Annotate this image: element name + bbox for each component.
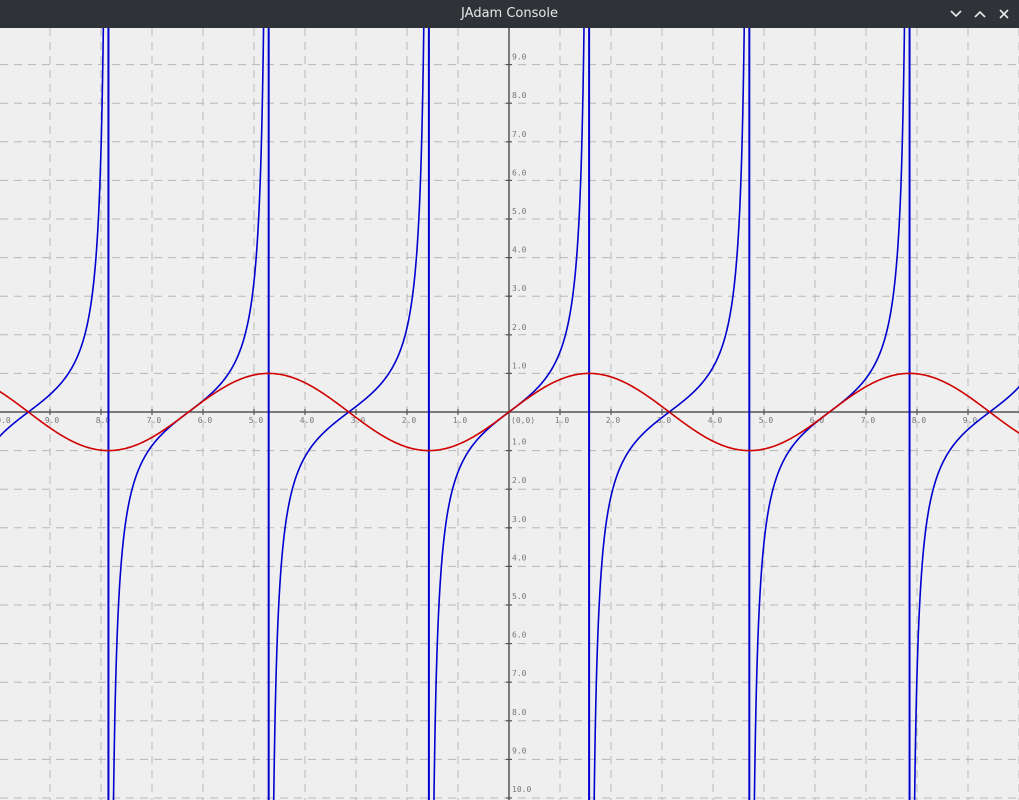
close-icon	[999, 9, 1009, 19]
window-title: JAdam Console	[461, 6, 558, 21]
y-tick-label: 9.0	[512, 53, 527, 62]
x-tick-label: 10.0	[0, 416, 11, 425]
chevron-down-icon	[950, 10, 962, 18]
y-tick-label: 2.0	[512, 476, 527, 485]
x-tick-label: 5.0	[249, 416, 264, 425]
y-tick-label: 3.0	[512, 284, 527, 293]
origin-label: (0,0)	[511, 416, 535, 425]
y-tick-label: 6.0	[512, 631, 527, 640]
chevron-up-icon	[974, 10, 986, 18]
tan-curve-branch	[272, 28, 425, 800]
y-tick-label: 5.0	[512, 207, 527, 216]
x-tick-label: 5.0	[759, 416, 774, 425]
x-tick-label: 6.0	[198, 416, 213, 425]
x-tick-label: 7.0	[147, 416, 162, 425]
y-tick-label: 2.0	[512, 323, 527, 332]
tan-curve-branch	[0, 28, 105, 438]
y-tick-label: 4.0	[512, 553, 527, 562]
y-tick-label: 3.0	[512, 515, 527, 524]
plot-area[interactable]: 10.0 9.0 8.0 7.0 6.0 5.0 4.0 3.0 2.0 1.0 1.0 2.0 3.0…	[0, 28, 1019, 800]
y-tick-label: 8.0	[512, 708, 527, 717]
x-tick-label: 1.0	[453, 416, 468, 425]
x-tick-label: 4.0	[300, 416, 315, 425]
x-tick-label: 8.0	[912, 416, 927, 425]
title-bar: JAdam Console	[0, 0, 1019, 28]
x-tick-label: 2.0	[606, 416, 621, 425]
x-tick-label: 9.0	[45, 416, 60, 425]
y-tick-label: 9.0	[512, 746, 527, 755]
tan-curve-branch	[913, 385, 1019, 800]
y-tick-label: 1.0	[512, 438, 527, 447]
tan-curve-branch	[753, 28, 906, 800]
function-graph[interactable]: 10.0 9.0 8.0 7.0 6.0 5.0 4.0 3.0 2.0 1.0 1.0 2.0 3.0…	[0, 28, 1019, 800]
y-tick-label: 1.0	[512, 361, 527, 370]
y-tick-label: 10.0	[512, 785, 531, 794]
maximize-button[interactable]	[970, 4, 990, 24]
tan-curve-branch	[112, 28, 265, 800]
y-tick-label: 7.0	[512, 669, 527, 678]
tan-curve-branch	[593, 28, 746, 800]
x-tick-label: 7.0	[861, 416, 876, 425]
y-tick-label: 5.0	[512, 592, 527, 601]
y-tick-label: 7.0	[512, 130, 527, 139]
x-tick-label: 1.0	[555, 416, 570, 425]
y-tick-label: 8.0	[512, 91, 527, 100]
close-button[interactable]	[994, 4, 1014, 24]
x-tick-label: 4.0	[708, 416, 723, 425]
y-tick-label: 6.0	[512, 168, 527, 177]
x-tick-label: 2.0	[402, 416, 417, 425]
y-tick-label: 4.0	[512, 246, 527, 255]
minimize-button[interactable]	[946, 4, 966, 24]
